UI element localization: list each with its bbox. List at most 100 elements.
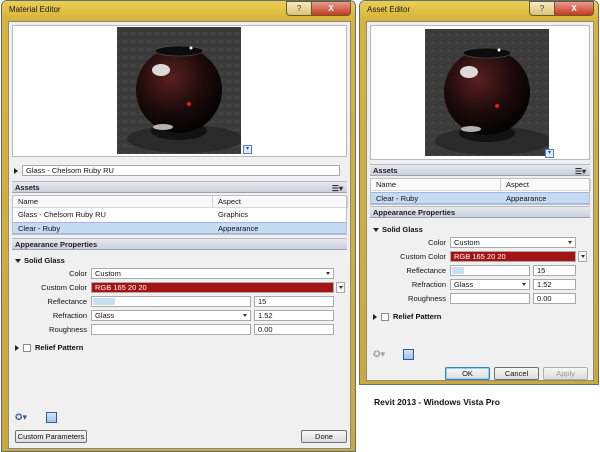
- column-header-aspect[interactable]: Aspect: [501, 179, 591, 191]
- client-area: ▾ Glass - Chelsom Ruby RU Assets ☰▾ Name…: [8, 21, 351, 449]
- relief-pattern-group[interactable]: Relief Pattern: [15, 343, 83, 352]
- solid-glass-group[interactable]: Solid Glass: [373, 225, 423, 234]
- custom-color-swatch[interactable]: RGB 165 20 20: [91, 281, 334, 293]
- refraction-label: Refraction: [411, 279, 446, 289]
- custom-color-row: Custom Color RGB 165 20 20: [41, 281, 345, 293]
- assets-heading-text: Assets: [373, 166, 398, 175]
- list-view-icon[interactable]: ☰▾: [332, 183, 343, 195]
- color-row: Color Custom: [69, 267, 334, 279]
- asset-browser-icon[interactable]: [403, 349, 414, 360]
- table-row[interactable]: Glass - Chelsom Ruby RU Graphics: [13, 209, 346, 221]
- expand-arrow-icon[interactable]: [15, 344, 19, 351]
- roughness-value[interactable]: 0.00: [533, 292, 576, 304]
- custom-parameters-button[interactable]: Custom Parameters: [15, 430, 87, 443]
- dropdown-arrow-icon[interactable]: [578, 250, 587, 262]
- expand-arrow-icon[interactable]: [373, 313, 377, 320]
- done-button[interactable]: Done: [301, 430, 347, 443]
- help-button[interactable]: ?: [529, 1, 555, 16]
- window-title: Material Editor: [9, 5, 61, 14]
- title-bar[interactable]: Asset Editor ? X: [360, 1, 598, 21]
- material-name-field[interactable]: Glass - Chelsom Ruby RU: [22, 165, 340, 176]
- color-select[interactable]: Custom: [91, 267, 334, 279]
- sphere-preview-icon: [435, 47, 549, 155]
- refraction-row: Refraction Glass 1.52: [412, 278, 576, 290]
- appearance-properties-heading: Appearance Properties: [12, 238, 347, 250]
- collapse-arrow-icon[interactable]: [373, 227, 379, 232]
- reflectance-row: Reflectance 15: [47, 295, 334, 307]
- assets-heading: Assets ☰▾: [370, 164, 590, 176]
- assets-table: Name Aspect Glass - Chelsom Ruby RU Grap…: [12, 195, 348, 235]
- dropdown-arrow-icon[interactable]: [336, 281, 345, 293]
- reflectance-value[interactable]: 15: [533, 264, 576, 276]
- group-title: Solid Glass: [24, 256, 65, 265]
- caption-text: Revit 2013 - Windows Vista Pro: [374, 397, 500, 407]
- table-row-selected[interactable]: Clear - Ruby Appearance: [13, 222, 346, 234]
- relief-pattern-checkbox[interactable]: [381, 312, 389, 321]
- reflectance-row: Reflectance 15: [406, 264, 576, 276]
- custom-color-label: Custom Color: [400, 251, 446, 261]
- assets-table: Name Aspect Clear - Ruby Appearance: [370, 178, 591, 205]
- roughness-label: Roughness: [49, 324, 87, 334]
- sphere-options-icon[interactable]: ✪▾: [373, 349, 385, 360]
- assets-heading-text: Assets: [15, 183, 40, 192]
- column-header-aspect[interactable]: Aspect: [213, 196, 348, 208]
- apply-button[interactable]: Apply: [543, 367, 588, 380]
- refraction-label: Refraction: [52, 310, 87, 320]
- sphere-preview-icon: [127, 45, 241, 153]
- relief-pattern-label: Relief Pattern: [35, 343, 84, 352]
- reflectance-label: Reflectance: [47, 296, 87, 306]
- relief-pattern-checkbox[interactable]: [23, 343, 31, 352]
- roughness-label: Roughness: [408, 293, 446, 303]
- color-label: Color: [69, 268, 87, 278]
- appearance-properties-heading: Appearance Properties: [370, 206, 590, 218]
- ok-button[interactable]: OK: [445, 367, 490, 380]
- material-name-row: Glass - Chelsom Ruby RU: [14, 165, 340, 176]
- reflectance-fill: [452, 266, 464, 274]
- reflectance-slider[interactable]: [450, 264, 530, 276]
- reflectance-label: Reflectance: [406, 265, 446, 275]
- help-button[interactable]: ?: [286, 1, 312, 16]
- close-button[interactable]: X: [554, 1, 594, 16]
- asset-name-cell: Clear - Ruby: [18, 224, 61, 233]
- roughness-slider[interactable]: [91, 323, 251, 335]
- cancel-button[interactable]: Cancel: [494, 367, 539, 380]
- color-row: Color Custom: [428, 236, 576, 248]
- title-bar[interactable]: Material Editor ? X: [2, 1, 355, 21]
- refraction-select[interactable]: Glass: [450, 278, 530, 290]
- roughness-value[interactable]: 0.00: [254, 323, 334, 335]
- column-header-name[interactable]: Name: [13, 196, 213, 208]
- asset-browser-icon[interactable]: [46, 412, 57, 423]
- roughness-row: Roughness 0.00: [408, 292, 576, 304]
- refraction-value[interactable]: 1.52: [533, 278, 576, 290]
- refraction-row: Refraction Glass 1.52: [53, 309, 334, 321]
- asset-name-cell: Glass - Chelsom Ruby RU: [18, 210, 106, 219]
- window-title: Asset Editor: [367, 5, 411, 14]
- group-title: Solid Glass: [382, 225, 423, 234]
- material-editor-window: Material Editor ? X ▾ Glass - Chelsom Ru…: [1, 0, 356, 452]
- custom-color-swatch[interactable]: RGB 165 20 20: [450, 250, 576, 262]
- roughness-slider[interactable]: [450, 292, 530, 304]
- reflectance-value[interactable]: 15: [254, 295, 334, 307]
- asset-aspect-cell: Graphics: [218, 210, 249, 219]
- table-row-selected[interactable]: Clear - Ruby Appearance: [371, 192, 589, 204]
- expand-arrow-icon[interactable]: [14, 167, 18, 174]
- material-preview: [425, 29, 549, 156]
- sphere-options-icon[interactable]: ✪▾: [15, 412, 27, 423]
- asset-aspect-cell: Appearance: [218, 224, 259, 233]
- refraction-select[interactable]: Glass: [91, 309, 251, 321]
- relief-pattern-group[interactable]: Relief Pattern: [373, 312, 441, 321]
- reflectance-slider[interactable]: [91, 295, 251, 307]
- preview-options-dropdown[interactable]: ▾: [243, 145, 252, 154]
- material-preview: [117, 27, 241, 154]
- preview-options-dropdown[interactable]: ▾: [545, 149, 554, 158]
- column-header-name[interactable]: Name: [371, 179, 501, 191]
- close-button[interactable]: X: [311, 1, 351, 16]
- solid-glass-group[interactable]: Solid Glass: [15, 256, 65, 265]
- list-view-icon[interactable]: ☰▾: [575, 166, 586, 178]
- color-label: Color: [428, 237, 446, 247]
- color-select[interactable]: Custom: [450, 236, 576, 248]
- refraction-value[interactable]: 1.52: [254, 309, 334, 321]
- collapse-arrow-icon[interactable]: [15, 258, 21, 263]
- assets-heading: Assets ☰▾: [12, 181, 347, 193]
- asset-aspect-cell: Appearance: [506, 194, 547, 203]
